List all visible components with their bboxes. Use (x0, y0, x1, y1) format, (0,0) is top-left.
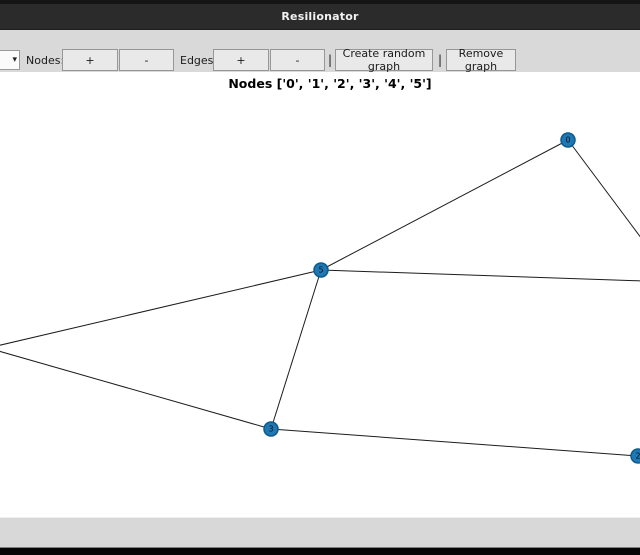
app-window: Resilionator ▾ Nodes: + - Edges: + - | C… (0, 0, 640, 555)
graph-node-label-3: 3 (268, 425, 273, 434)
graph-edge (321, 270, 640, 282)
remove-node-button[interactable]: - (119, 49, 174, 71)
create-random-graph-button[interactable]: Create random graph (335, 49, 433, 71)
toolbar-separator: | (328, 49, 332, 71)
graph-edge (568, 140, 640, 282)
node-select-combobox[interactable]: ▾ (0, 50, 20, 70)
graph-edge (271, 429, 638, 456)
chevron-down-icon: ▾ (12, 56, 19, 65)
graph-node-label-2: 2 (635, 452, 640, 461)
graph-edge (271, 270, 321, 429)
remove-edge-button[interactable]: - (270, 49, 325, 71)
edges-label: Edges: (180, 49, 217, 71)
nodes-label: Nodes: (26, 49, 64, 71)
graph-plot: 0 5 3 2 (0, 72, 640, 517)
graph-edge (321, 140, 568, 270)
toolbar-separator: | (438, 49, 442, 71)
toolbar-row: ▾ Nodes: + - Edges: + - | Create random … (0, 49, 640, 71)
graph-canvas[interactable]: Nodes ['0', '1', '2', '3', '4', '5'] 053… (0, 72, 640, 517)
titlebar: Resilionator (0, 4, 640, 30)
window-title: Resilionator (281, 10, 358, 23)
graph-node-label-0: 0 (565, 136, 570, 145)
add-edge-button[interactable]: + (213, 49, 269, 71)
remove-graph-button[interactable]: Remove graph (446, 49, 516, 71)
bottom-strip (0, 548, 640, 555)
toolbar: ▾ Nodes: + - Edges: + - | Create random … (0, 30, 640, 72)
graph-edge (0, 270, 321, 348)
graph-edge (0, 348, 271, 429)
graph-node-label-5: 5 (318, 266, 323, 275)
add-node-button[interactable]: + (62, 49, 118, 71)
bottom-bar (0, 517, 640, 548)
